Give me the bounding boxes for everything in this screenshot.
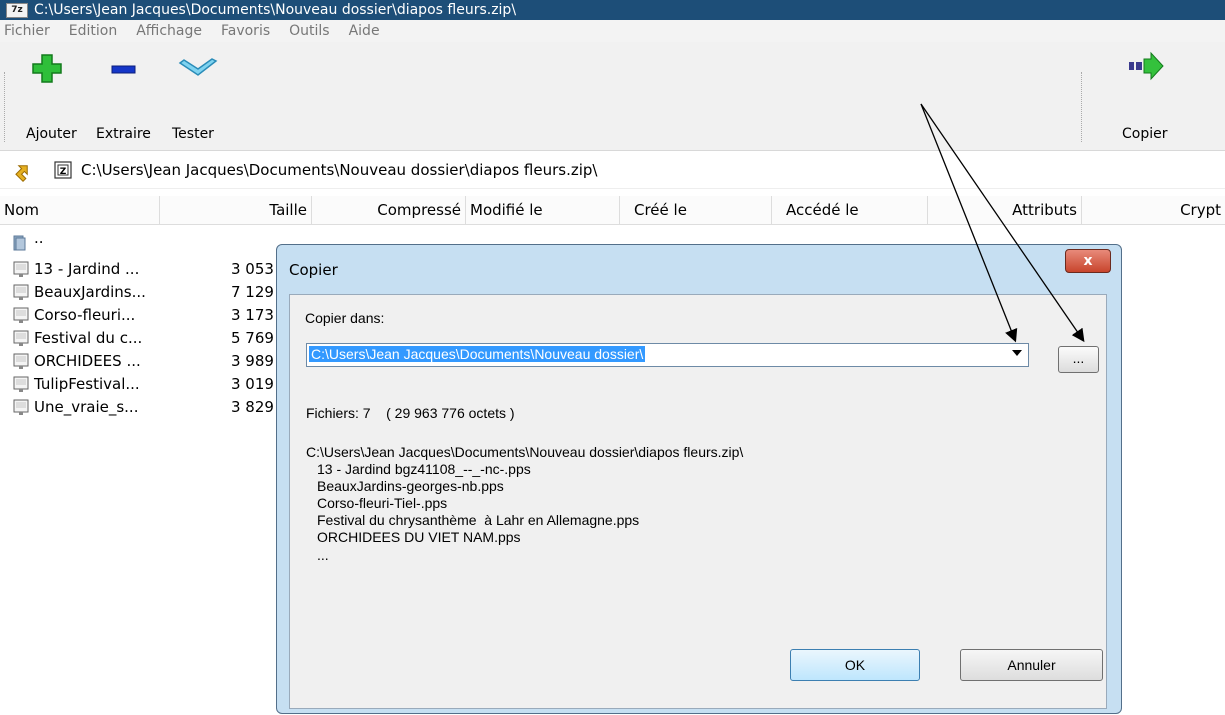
annotation-arrows bbox=[920, 103, 1085, 343]
annotation-arrow bbox=[920, 103, 1085, 343]
annotation-arrow bbox=[920, 103, 1018, 343]
